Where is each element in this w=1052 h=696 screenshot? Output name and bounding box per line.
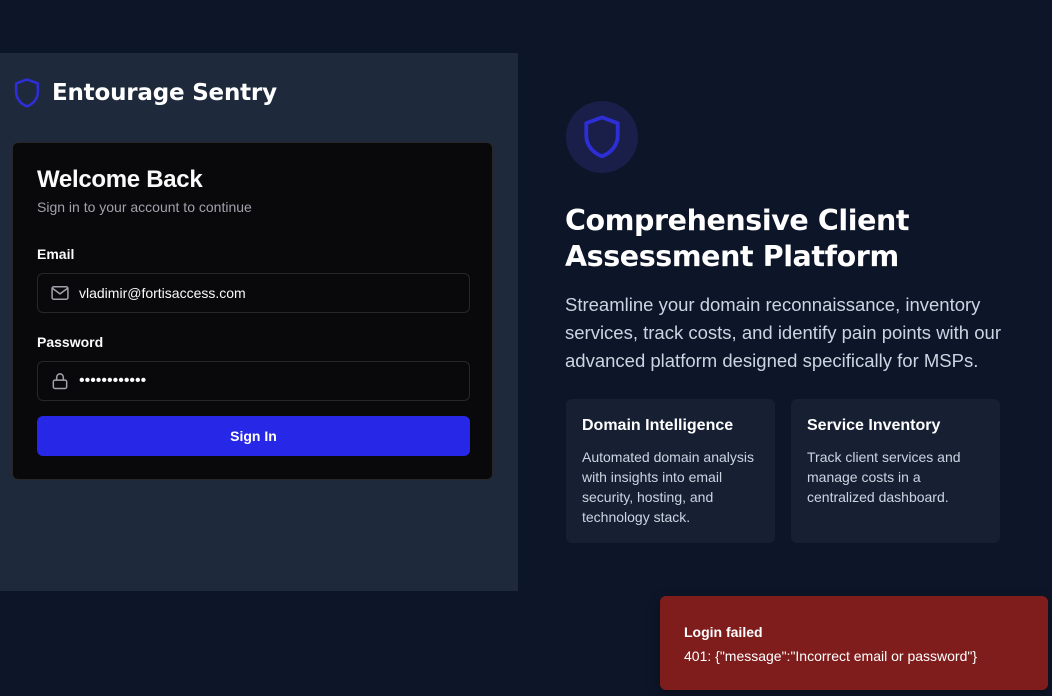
hero-description: Streamline your domain reconnaissance, i… (565, 294, 1001, 371)
hero-badge (566, 101, 638, 173)
login-title: Welcome Back (37, 166, 203, 193)
password-field[interactable]: •••••••••••• (37, 361, 470, 401)
feature-description: Automated domain analysis with insights … (582, 449, 754, 525)
feature-description: Track client services and manage costs i… (807, 449, 961, 505)
toast-message: 401: {"message":"Incorrect email or pass… (684, 648, 978, 664)
brand-name: Entourage Sentry (52, 80, 277, 106)
lock-icon (52, 373, 68, 390)
email-input[interactable]: vladimir@fortisaccess.com (79, 285, 246, 301)
login-page: Entourage Sentry Welcome Back Sign in to… (0, 0, 1052, 696)
password-label: Password (37, 334, 104, 350)
marketing-panel: Comprehensive Client Assessment Platform… (518, 53, 1052, 591)
brand: Entourage Sentry (14, 77, 277, 109)
toast-title: Login failed (684, 624, 763, 640)
shield-icon (584, 115, 620, 159)
feature-title: Domain Intelligence (582, 417, 734, 434)
mail-icon (51, 286, 69, 300)
login-subtitle: Sign in to your account to continue (37, 199, 252, 215)
email-label: Email (37, 246, 75, 262)
password-input[interactable]: •••••••••••• (79, 372, 146, 390)
feature-card-service-inventory: Service Inventory Track client services … (791, 399, 1000, 543)
login-panel: Entourage Sentry Welcome Back Sign in to… (0, 53, 518, 591)
feature-card-domain-intelligence: Domain Intelligence Automated domain ana… (566, 399, 775, 543)
email-field[interactable]: vladimir@fortisaccess.com (37, 273, 470, 313)
shield-icon (14, 78, 40, 108)
sign-in-button[interactable]: Sign In (37, 416, 470, 456)
login-card: Welcome Back Sign in to your account to … (12, 142, 493, 480)
feature-title: Service Inventory (807, 417, 941, 434)
hero-title: Comprehensive Client Assessment Platform (565, 204, 910, 273)
error-toast[interactable]: Login failed 401: {"message":"Incorrect … (660, 596, 1048, 690)
